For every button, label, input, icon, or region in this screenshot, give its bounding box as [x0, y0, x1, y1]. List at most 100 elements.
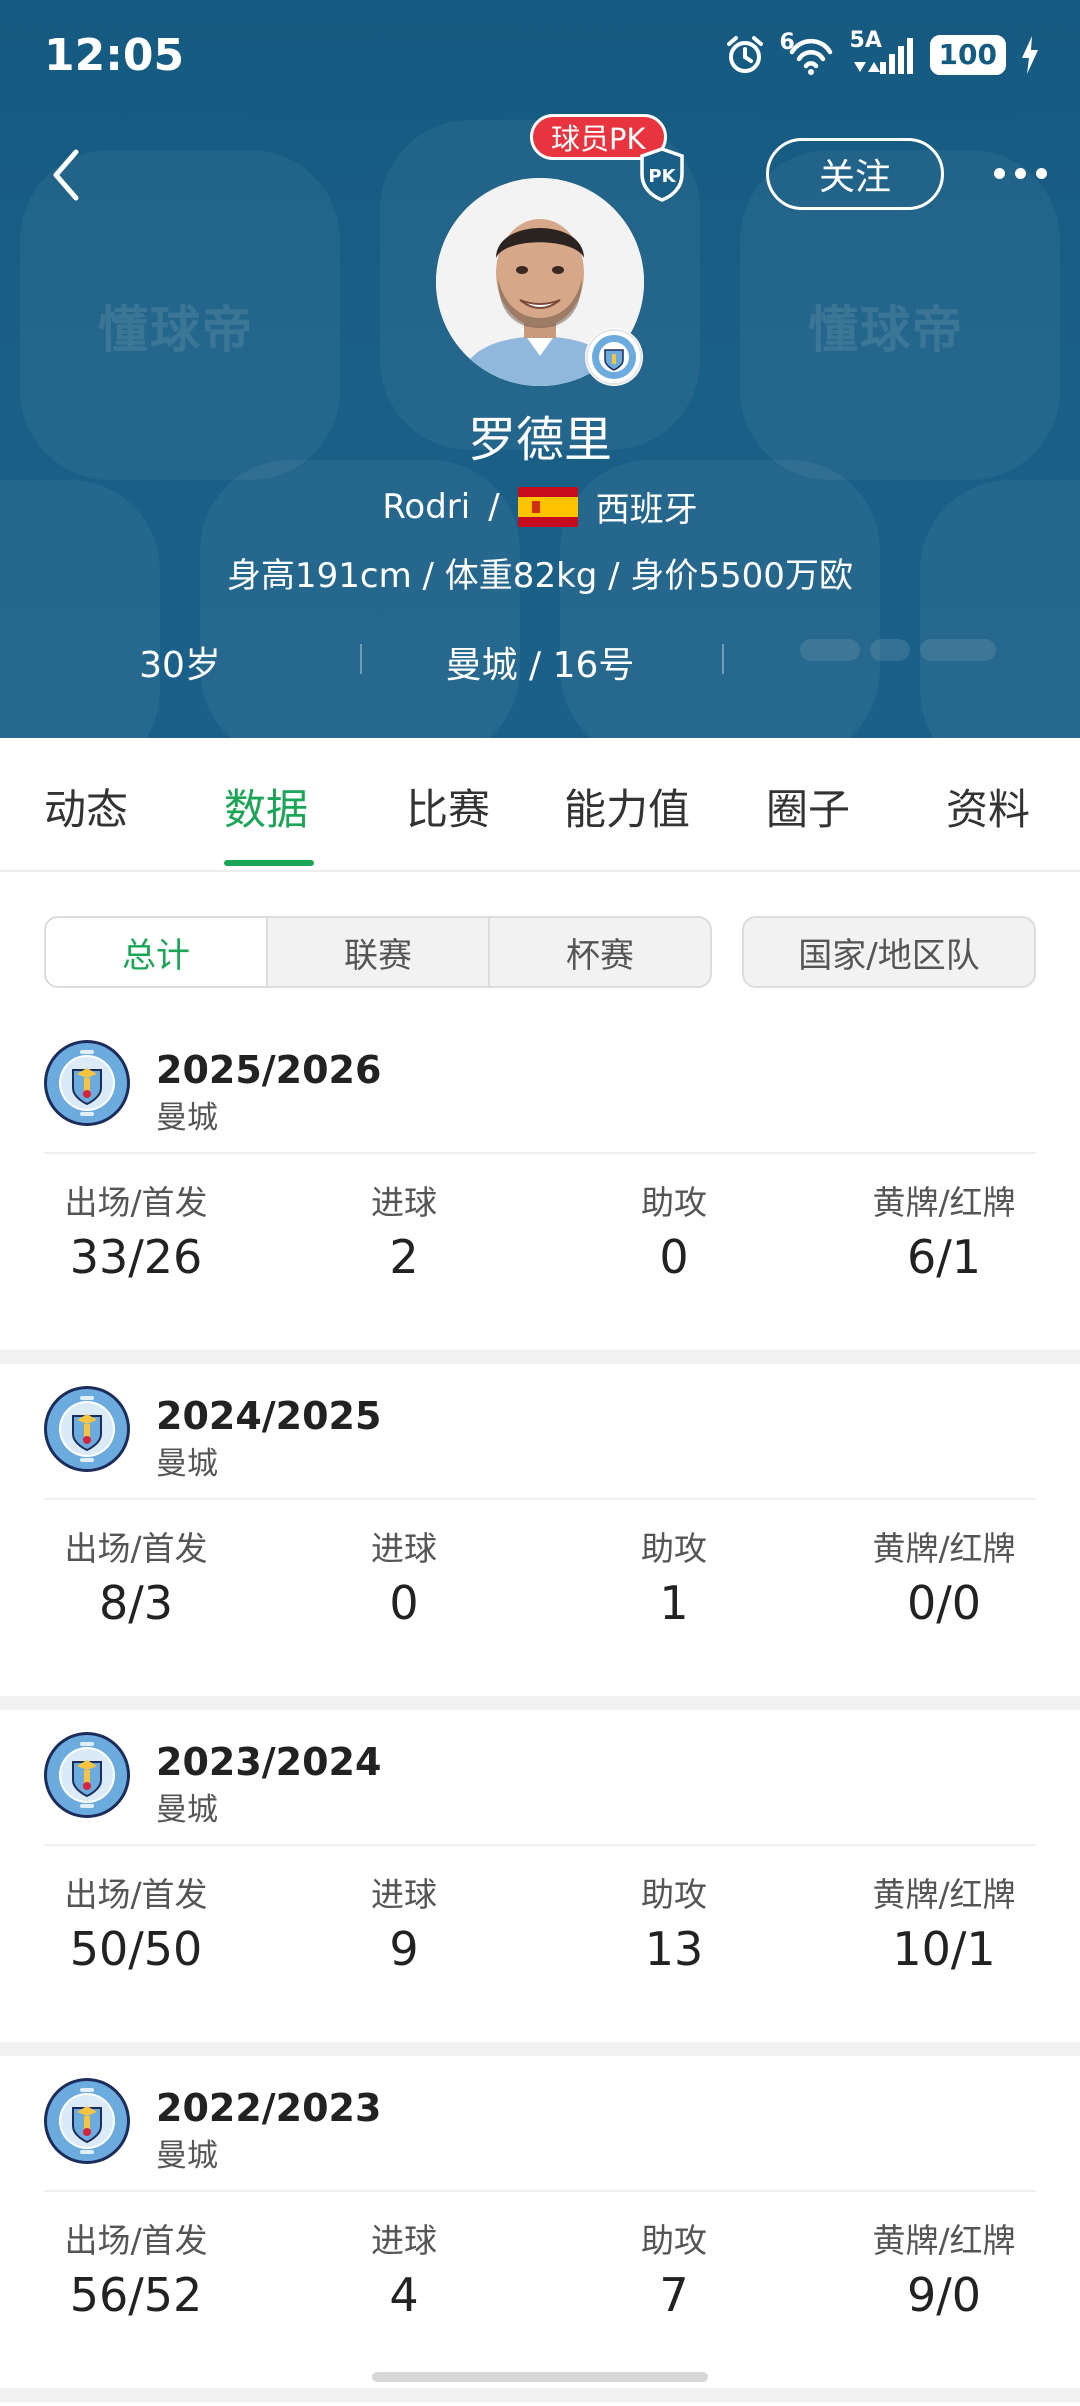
home-indicator[interactable] — [372, 2372, 708, 2382]
stat-label: 出场/首发 — [64, 1875, 208, 1914]
card-gap — [0, 1350, 1080, 1364]
tab-profile[interactable]: 资料 — [946, 776, 1030, 837]
back-icon[interactable] — [42, 140, 92, 210]
season-card[interactable]: 2023/2024 曼城 出场/首发 50/50 进球 9 助攻 13 黄牌/红… — [0, 1710, 1080, 2042]
stat-cards: 黄牌/红牌 10/1 — [844, 1868, 1044, 1976]
tab-data[interactable]: 数据 — [224, 776, 308, 837]
stat-goals: 进球 4 — [304, 2214, 504, 2322]
stat-label: 黄牌/红牌 — [872, 2221, 1016, 2260]
season-team: 曼城 — [156, 2138, 218, 2174]
season-year: 2025/2026 — [156, 1048, 382, 1092]
season-year: 2023/2024 — [156, 1740, 382, 1784]
stat-goals: 进球 9 — [304, 1868, 504, 1976]
signal-icon: 5A — [850, 28, 916, 76]
more-icon[interactable] — [994, 158, 1054, 188]
name-separator: / — [488, 486, 500, 527]
stat-apps: 出场/首发 50/50 — [36, 1868, 236, 1976]
season-card[interactable]: 2024/2025 曼城 出场/首发 8/3 进球 0 助攻 1 黄牌/红牌 0… — [0, 1364, 1080, 1696]
watermark-text: 懂球帝 — [98, 301, 254, 359]
player-age: 30岁 — [139, 645, 221, 686]
stat-value: 4 — [389, 2268, 419, 2322]
status-time: 12:05 — [44, 30, 185, 81]
season-year: 2024/2025 — [156, 1394, 382, 1438]
wifi-icon: 6 — [780, 30, 836, 76]
player-header: 懂球帝 懂球帝 12:05 6 5A 100 关注 球员PK PK 罗德里 Ro… — [0, 0, 1080, 738]
filter-national-team[interactable]: 国家/地区队 — [742, 916, 1036, 988]
player-club-number: 曼城 / 16号 — [445, 645, 635, 686]
stat-label: 出场/首发 — [64, 1183, 208, 1222]
season-year: 2022/2023 — [156, 2086, 382, 2130]
stat-label: 助攻 — [641, 1529, 707, 1568]
card-divider — [44, 1498, 1036, 1500]
name-nationality-row: Rodri / 西班牙 — [0, 482, 1080, 531]
body-info: 身高191cm / 体重82kg / 身价5500万欧 — [227, 556, 853, 596]
stat-label: 进球 — [371, 1529, 437, 1568]
card-divider — [44, 1152, 1036, 1154]
stat-label: 助攻 — [641, 1183, 707, 1222]
stat-value: 9/0 — [906, 2268, 982, 2322]
filter-cup[interactable]: 杯赛 — [490, 918, 710, 986]
stat-assists: 助攻 7 — [574, 2214, 774, 2322]
season-team: 曼城 — [156, 1100, 218, 1136]
stat-label: 进球 — [371, 1183, 437, 1222]
stat-goals: 进球 0 — [304, 1522, 504, 1630]
stat-cards: 黄牌/红牌 9/0 — [844, 2214, 1044, 2322]
stat-value: 13 — [644, 1922, 704, 1976]
stat-assists: 助攻 0 — [574, 1176, 774, 1284]
alarm-icon — [726, 36, 763, 73]
charging-icon — [1022, 36, 1038, 74]
stat-label: 助攻 — [641, 1875, 707, 1914]
stat-label: 助攻 — [641, 2221, 707, 2260]
follow-button[interactable]: 关注 — [766, 138, 944, 210]
stat-cards: 黄牌/红牌 6/1 — [844, 1176, 1044, 1284]
competition-filter: 总计 联赛 杯赛 — [44, 916, 712, 988]
stat-value: 33/26 — [69, 1230, 203, 1284]
info-separator — [722, 644, 724, 674]
filter-league[interactable]: 联赛 — [268, 918, 490, 986]
stat-label: 进球 — [371, 2221, 437, 2260]
spain-flag-icon — [517, 486, 578, 527]
stat-value: 0 — [659, 1230, 689, 1284]
tab-dynamics[interactable]: 动态 — [44, 776, 128, 837]
card-divider — [44, 2190, 1036, 2192]
man-city-badge-icon — [42, 1730, 132, 1820]
stat-label: 进球 — [371, 1875, 437, 1914]
active-tab-indicator — [224, 860, 314, 866]
svg-text:PK: PK — [648, 166, 676, 187]
english-name: Rodri — [382, 486, 471, 527]
watermark-text: 懂球帝 — [808, 301, 964, 359]
tab-circle[interactable]: 圈子 — [766, 776, 850, 837]
stat-assists: 助攻 13 — [574, 1868, 774, 1976]
stat-label: 黄牌/红牌 — [872, 1183, 1016, 1222]
stat-value: 0/0 — [906, 1576, 982, 1630]
stat-assists: 助攻 1 — [574, 1522, 774, 1630]
tab-ability[interactable]: 能力值 — [564, 776, 690, 837]
card-gap — [0, 2388, 1080, 2402]
season-team: 曼城 — [156, 1446, 218, 1482]
stat-cards: 黄牌/红牌 0/0 — [844, 1522, 1044, 1630]
club-badge-icon — [585, 328, 643, 386]
card-gap — [0, 2042, 1080, 2056]
filter-total[interactable]: 总计 — [46, 918, 268, 986]
stat-value: 0 — [389, 1576, 419, 1630]
stat-apps: 出场/首发 8/3 — [36, 1522, 236, 1630]
stat-value: 9 — [389, 1922, 419, 1976]
pk-shield-icon[interactable]: PK — [637, 146, 687, 202]
stat-label: 黄牌/红牌 — [872, 1529, 1016, 1568]
status-icons: 6 5A 100 — [724, 28, 1040, 76]
battery-icon: 100 — [929, 35, 1006, 75]
stat-apps: 出场/首发 33/26 — [36, 1176, 236, 1284]
tab-matches[interactable]: 比赛 — [406, 776, 490, 837]
stat-value: 1 — [659, 1576, 689, 1630]
season-card[interactable]: 2025/2026 曼城 出场/首发 33/26 进球 2 助攻 0 黄牌/红牌… — [0, 1018, 1080, 1350]
man-city-badge-icon — [42, 1384, 132, 1474]
info-separator — [360, 644, 362, 674]
stat-value: 7 — [659, 2268, 689, 2322]
card-gap — [0, 1696, 1080, 1710]
season-card[interactable]: 2022/2023 曼城 出场/首发 56/52 进球 4 助攻 7 黄牌/红牌… — [0, 2056, 1080, 2388]
season-team: 曼城 — [156, 1792, 218, 1828]
stat-value: 2 — [389, 1230, 419, 1284]
stat-label: 出场/首发 — [64, 1529, 208, 1568]
stat-apps: 出场/首发 56/52 — [36, 2214, 236, 2322]
nationality: 西班牙 — [595, 490, 698, 530]
